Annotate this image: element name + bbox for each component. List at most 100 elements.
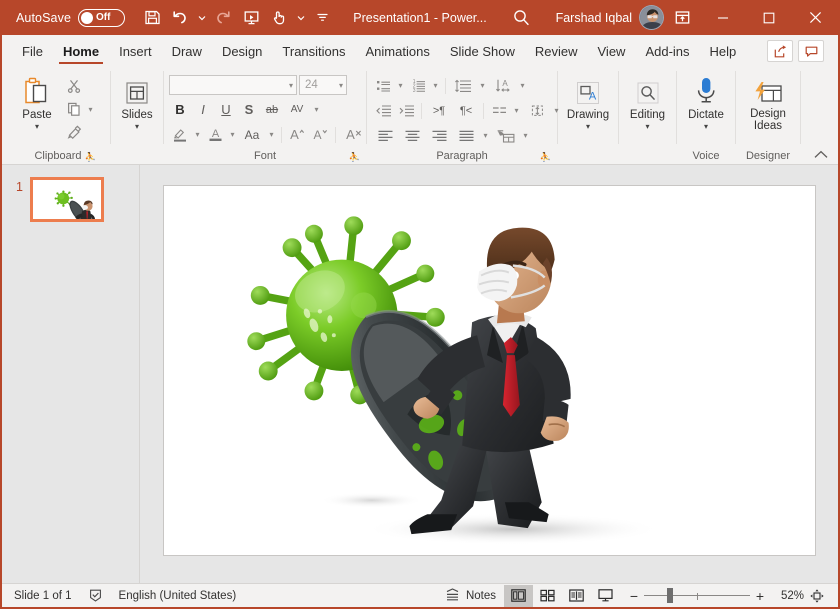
autosave-toggle[interactable]: Off [78, 8, 126, 27]
columns-icon[interactable] [488, 100, 510, 122]
drawing-button[interactable]: A Drawing ▾ [563, 72, 613, 131]
change-case-caret-icon[interactable]: ▾ [266, 124, 277, 146]
format-painter-icon[interactable] [63, 121, 85, 143]
font-dialog-launcher-icon[interactable]: ⛹ [349, 152, 360, 163]
justify-caret-icon[interactable]: ▾ [480, 125, 491, 147]
font-size-caret-icon[interactable]: ▾ [339, 81, 343, 90]
minimize-icon[interactable] [700, 0, 746, 35]
slide-canvas[interactable] [162, 185, 816, 556]
undo-dropdown-caret-icon[interactable] [195, 5, 208, 31]
decrease-font-size-button[interactable]: A [309, 124, 331, 146]
zoom-slider-handle[interactable] [667, 588, 674, 603]
tab-transitions[interactable]: Transitions [272, 35, 355, 67]
slide-artwork-businessman-with-shield-vs-virus[interactable] [164, 186, 815, 555]
character-spacing-button[interactable]: AV [284, 99, 310, 121]
bullets-caret-icon[interactable]: ▾ [395, 75, 406, 97]
numbering-caret-icon[interactable]: ▾ [430, 75, 441, 97]
font-color-caret-icon[interactable]: ▾ [227, 124, 238, 146]
align-right-icon[interactable] [426, 125, 452, 147]
tab-help[interactable]: Help [700, 35, 747, 67]
zoom-percent-label[interactable]: 52% [770, 590, 804, 602]
font-name-combobox[interactable]: ▾ [169, 75, 297, 95]
tab-animations[interactable]: Animations [356, 35, 440, 67]
tab-view[interactable]: View [588, 35, 636, 67]
underline-button[interactable]: U [215, 99, 237, 121]
customize-qat-icon[interactable] [309, 5, 335, 31]
slide-sorter-view-button[interactable] [533, 585, 562, 607]
zoom-slider[interactable] [644, 585, 750, 607]
increase-indent-icon[interactable] [395, 100, 417, 122]
zoom-in-button[interactable]: + [750, 585, 770, 607]
close-icon[interactable] [792, 0, 838, 35]
text-highlight-color-icon[interactable] [169, 124, 191, 146]
tab-home[interactable]: Home [53, 35, 109, 67]
touch-mode-icon[interactable] [266, 5, 292, 31]
right-to-left-icon[interactable]: ¶< [453, 100, 479, 122]
text-direction-caret-icon[interactable]: ▾ [517, 75, 528, 97]
bullets-icon[interactable] [372, 75, 394, 97]
paste-dropdown-caret-icon[interactable]: ▾ [35, 123, 39, 131]
zoom-control[interactable]: − + 52% [624, 585, 830, 607]
share-icon[interactable] [767, 40, 793, 62]
align-left-icon[interactable] [372, 125, 398, 147]
slide-show-button[interactable] [591, 585, 620, 607]
strikethrough-button[interactable]: ab [261, 99, 283, 121]
font-size-combobox[interactable]: 24 ▾ [299, 75, 347, 95]
line-spacing-icon[interactable] [450, 75, 476, 97]
comments-icon[interactable] [798, 40, 824, 62]
change-case-button[interactable]: Aa [239, 124, 265, 146]
cut-icon[interactable] [63, 75, 85, 97]
maximize-icon[interactable] [746, 0, 792, 35]
save-icon[interactable] [139, 5, 165, 31]
convert-to-smartart-icon[interactable] [493, 125, 519, 147]
avatar[interactable] [639, 5, 664, 30]
start-presentation-icon[interactable] [238, 5, 264, 31]
tab-insert[interactable]: Insert [109, 35, 162, 67]
touch-mode-dropdown-caret-icon[interactable] [294, 5, 307, 31]
language-label[interactable]: English (United States) [111, 584, 245, 608]
align-text-icon[interactable] [524, 100, 550, 122]
justify-icon[interactable] [453, 125, 479, 147]
normal-view-button[interactable] [504, 584, 533, 607]
paragraph-dialog-launcher-icon[interactable]: ⛹ [540, 152, 551, 163]
tab-draw[interactable]: Draw [162, 35, 212, 67]
align-center-icon[interactable] [399, 125, 425, 147]
search-icon[interactable] [502, 0, 542, 35]
tab-file[interactable]: File [12, 35, 53, 67]
tab-slide-show[interactable]: Slide Show [440, 35, 525, 67]
collapse-ribbon-icon[interactable] [814, 150, 828, 162]
line-spacing-caret-icon[interactable]: ▾ [477, 75, 488, 97]
tab-review[interactable]: Review [525, 35, 588, 67]
dictate-dropdown-caret-icon[interactable]: ▾ [704, 123, 708, 131]
font-color-icon[interactable]: A [204, 124, 226, 146]
font-name-caret-icon[interactable]: ▾ [289, 81, 293, 90]
autosave-control[interactable]: AutoSave Off [16, 8, 126, 27]
columns-caret-icon[interactable]: ▾ [511, 100, 522, 122]
fit-slide-to-window-icon[interactable] [804, 585, 830, 607]
copy-icon[interactable] [63, 98, 85, 120]
notes-button[interactable]: Notes [437, 584, 504, 608]
italic-button[interactable]: I [192, 99, 214, 121]
text-direction-icon[interactable]: A [490, 75, 516, 97]
left-to-right-icon[interactable]: >¶ [426, 100, 452, 122]
text-highlight-caret-icon[interactable]: ▾ [192, 124, 203, 146]
slide-thumbnail-pane[interactable]: 1 [2, 165, 140, 583]
drawing-dropdown-caret-icon[interactable]: ▾ [586, 123, 590, 131]
design-ideas-button[interactable]: Design Ideas [741, 72, 795, 132]
text-shadow-button[interactable]: S [238, 99, 260, 121]
smartart-caret-icon[interactable]: ▾ [520, 125, 531, 147]
character-spacing-caret-icon[interactable]: ▾ [311, 99, 322, 121]
redo-icon[interactable] [210, 5, 236, 31]
paste-button[interactable]: Paste ▾ [11, 72, 63, 131]
increase-font-size-button[interactable]: A [286, 124, 308, 146]
ribbon-display-options-icon[interactable] [664, 0, 700, 35]
editing-dropdown-caret-icon[interactable]: ▾ [645, 123, 649, 131]
bold-button[interactable]: B [169, 99, 191, 121]
slide-edit-area[interactable] [140, 165, 838, 583]
slides-dropdown-caret-icon[interactable]: ▾ [135, 123, 139, 131]
slides-button[interactable]: Slides ▾ [116, 72, 158, 131]
reading-view-button[interactable] [562, 585, 591, 607]
copy-dropdown-caret-icon[interactable]: ▾ [85, 98, 96, 120]
clipboard-dialog-launcher-icon[interactable]: ⛹ [85, 152, 96, 163]
slide-count-label[interactable]: Slide 1 of 1 [2, 584, 80, 608]
